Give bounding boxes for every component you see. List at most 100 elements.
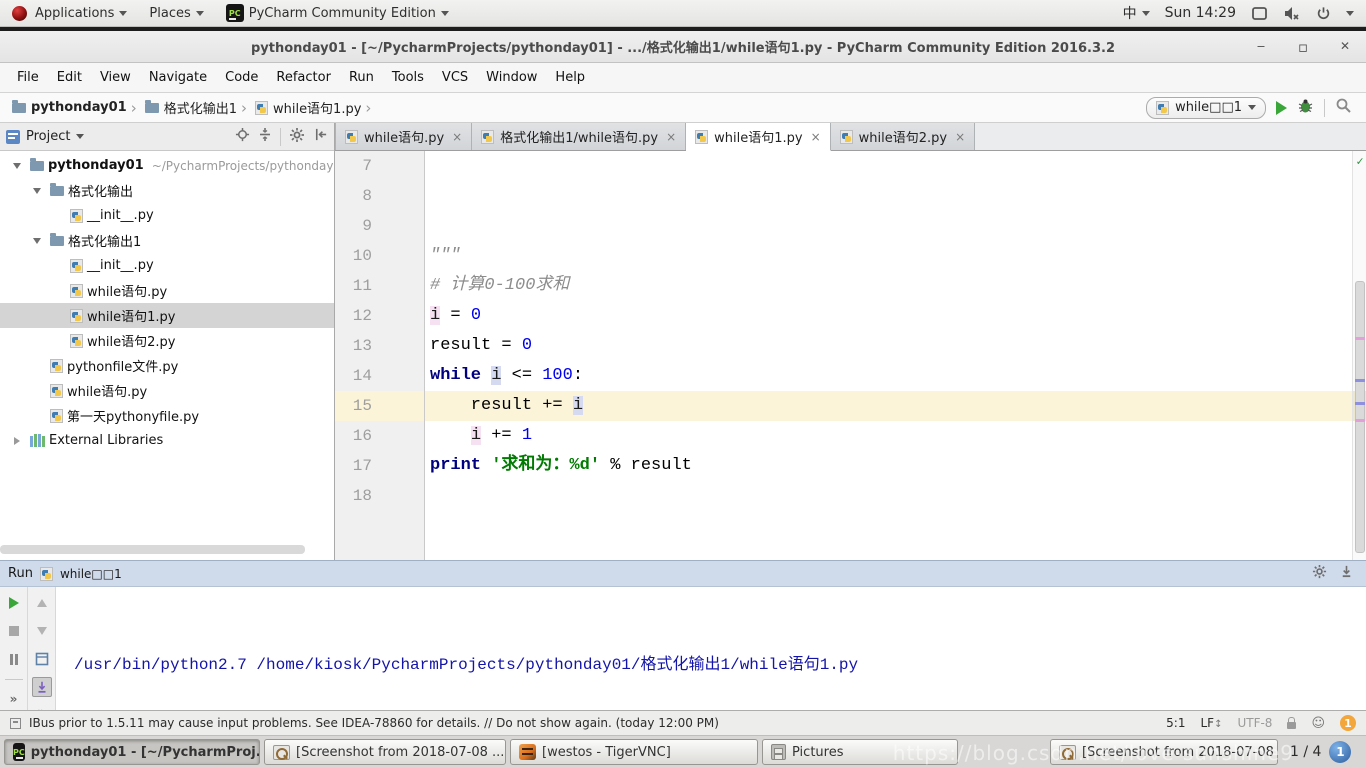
tree-item-file[interactable]: __init__.py (0, 203, 334, 228)
breadcrumb-project[interactable]: pythonday01 (12, 99, 127, 115)
more-actions-icon[interactable] (10, 692, 18, 706)
tree-item-package[interactable]: 格式化输出 (0, 178, 334, 203)
tab-while语句py[interactable]: while语句.py (335, 123, 473, 150)
chevron-down-icon[interactable] (1346, 10, 1354, 16)
close-tab-icon[interactable] (452, 130, 462, 144)
tab-格式化输出1-while语句py[interactable]: 格式化输出1/while语句.py (472, 123, 687, 150)
taskbar-button-pycharm[interactable]: pythonday01 - [~/PycharmProj... (4, 739, 260, 765)
pause-output-button[interactable] (4, 649, 24, 669)
breadcrumb-file[interactable]: while语句1.py (254, 98, 361, 117)
status-message[interactable]: IBus prior to 1.5.11 may cause input pro… (29, 716, 719, 730)
tab-while语句1py-active[interactable]: while语句1.py (686, 123, 831, 151)
menu-code[interactable]: Code (216, 63, 267, 92)
code-editor[interactable]: 7 8 9 10 11 12 13 14 15 16 17 18 """ # 计… (335, 151, 1366, 560)
line-separator-indicator[interactable]: LF↕ (1200, 716, 1222, 730)
close-button[interactable] (1338, 39, 1352, 54)
inspection-profile-icon[interactable] (1311, 716, 1325, 731)
run-console[interactable]: /usr/bin/python2.7 /home/kiosk/PycharmPr… (56, 587, 1366, 710)
encoding-indicator[interactable]: UTF-8 (1237, 716, 1272, 730)
breadcrumb-separator-icon (365, 99, 371, 117)
menu-view[interactable]: View (91, 63, 140, 92)
run-tab-label[interactable]: while□□1 (60, 567, 122, 581)
restore-layout-button[interactable] (32, 649, 52, 669)
minimize-button[interactable] (1254, 39, 1268, 54)
code-pane[interactable]: """ # 计算0-100求和 i = 0 result = 0 while i… (425, 151, 1352, 560)
clock[interactable]: Sun 14:29 (1165, 5, 1236, 21)
locate-file-icon[interactable] (235, 127, 250, 146)
taskbar-button-pictures[interactable]: Pictures (762, 739, 958, 765)
menu-vcs[interactable]: VCS (433, 63, 477, 92)
run-configuration-select[interactable]: while□□1 (1146, 96, 1266, 119)
input-method-indicator[interactable]: 中 (1123, 3, 1150, 23)
scrollbar-thumb[interactable] (1355, 281, 1365, 553)
tree-item-package[interactable]: 格式化输出1 (0, 228, 334, 253)
menu-help[interactable]: Help (546, 63, 594, 92)
window-titlebar[interactable]: pythonday01 - [~/PycharmProjects/pythond… (0, 31, 1366, 63)
places-menu[interactable]: Places (149, 6, 204, 21)
up-stack-trace-button[interactable] (32, 593, 52, 613)
expanded-arrow-icon[interactable] (28, 237, 46, 244)
menu-window[interactable]: Window (477, 63, 546, 92)
menu-tools[interactable]: Tools (383, 63, 433, 92)
search-everywhere-icon[interactable] (1335, 97, 1352, 118)
taskbar-button-tigervnc[interactable]: [westos - TigerVNC] (510, 739, 758, 765)
usage-marker[interactable] (1355, 419, 1365, 422)
tree-item-file[interactable]: pythonfile文件.py (0, 353, 334, 378)
run-button[interactable] (1276, 100, 1287, 115)
menu-refactor[interactable]: Refactor (267, 63, 340, 92)
usage-marker[interactable] (1355, 337, 1365, 340)
app-window-menu[interactable]: PyCharm Community Edition (225, 4, 449, 22)
menu-navigate[interactable]: Navigate (140, 63, 216, 92)
status-bar: IBus prior to 1.5.11 may cause input pro… (0, 710, 1366, 735)
close-tab-icon[interactable] (666, 130, 676, 144)
lock-icon[interactable] (1287, 716, 1297, 729)
settings-gear-icon[interactable] (289, 127, 305, 147)
project-panel-title[interactable]: Project (26, 129, 70, 144)
chevron-down-icon[interactable] (76, 134, 85, 139)
volume-muted-icon[interactable] (1283, 6, 1301, 21)
screen-brightness-icon[interactable] (1251, 6, 1268, 21)
maximize-button[interactable] (1296, 38, 1310, 56)
workspace-badge[interactable]: 1 (1329, 741, 1352, 763)
usage-marker[interactable] (1355, 379, 1365, 382)
rerun-button[interactable] (4, 593, 24, 613)
toolwindow-switcher-icon[interactable] (10, 717, 21, 729)
caret-position[interactable]: 5:1 (1166, 716, 1185, 730)
tree-item-file[interactable]: __init__.py (0, 253, 334, 278)
tree-item-project-root[interactable]: pythonday01 ~/PycharmProjects/pythonday (0, 153, 334, 178)
tree-item-file[interactable]: while语句2.py (0, 328, 334, 353)
tree-item-file[interactable]: while语句.py (0, 378, 334, 403)
editor-scrollbar[interactable] (1352, 151, 1366, 560)
collapse-all-icon[interactable] (258, 127, 272, 146)
tree-item-file[interactable]: 第一天pythonyfile.py (0, 403, 334, 428)
tree-item-file[interactable]: while语句.py (0, 278, 334, 303)
debug-button[interactable] (1297, 98, 1314, 118)
menu-edit[interactable]: Edit (48, 63, 91, 92)
collapsed-arrow-icon[interactable] (8, 436, 26, 445)
horizontal-scrollbar[interactable] (0, 545, 305, 554)
taskbar-button-screenshot-2[interactable]: [Screenshot from 2018-07-08 ... (1050, 739, 1278, 765)
hide-panel-icon[interactable] (1339, 564, 1354, 583)
settings-gear-icon[interactable] (1312, 564, 1327, 583)
notification-badge[interactable]: 1 (1340, 715, 1356, 731)
stop-button[interactable] (4, 621, 24, 641)
breadcrumb-package[interactable]: 格式化输出1 (144, 98, 237, 117)
menu-file[interactable]: File (8, 63, 48, 92)
applications-menu[interactable]: Applications (35, 6, 128, 21)
workspace-pager[interactable]: 1 / 4 (1290, 744, 1321, 760)
close-tab-icon[interactable] (811, 130, 821, 144)
tab-while语句2py[interactable]: while语句2.py (830, 123, 976, 150)
menu-run[interactable]: Run (340, 63, 383, 92)
inspection-ok-icon[interactable] (1353, 154, 1366, 169)
hide-panel-icon[interactable] (313, 127, 328, 146)
expanded-arrow-icon[interactable] (8, 162, 26, 169)
down-stack-trace-button[interactable] (32, 621, 52, 641)
scroll-to-end-button[interactable] (31, 677, 52, 697)
power-icon[interactable] (1316, 6, 1331, 21)
close-tab-icon[interactable] (955, 130, 965, 144)
tree-item-external-libraries[interactable]: External Libraries (0, 428, 334, 453)
tree-item-file-selected[interactable]: while语句1.py (0, 303, 334, 328)
expanded-arrow-icon[interactable] (28, 187, 46, 194)
taskbar-button-screenshot-1[interactable]: [Screenshot from 2018-07-08 ... (264, 739, 506, 765)
usage-marker[interactable] (1355, 402, 1365, 405)
